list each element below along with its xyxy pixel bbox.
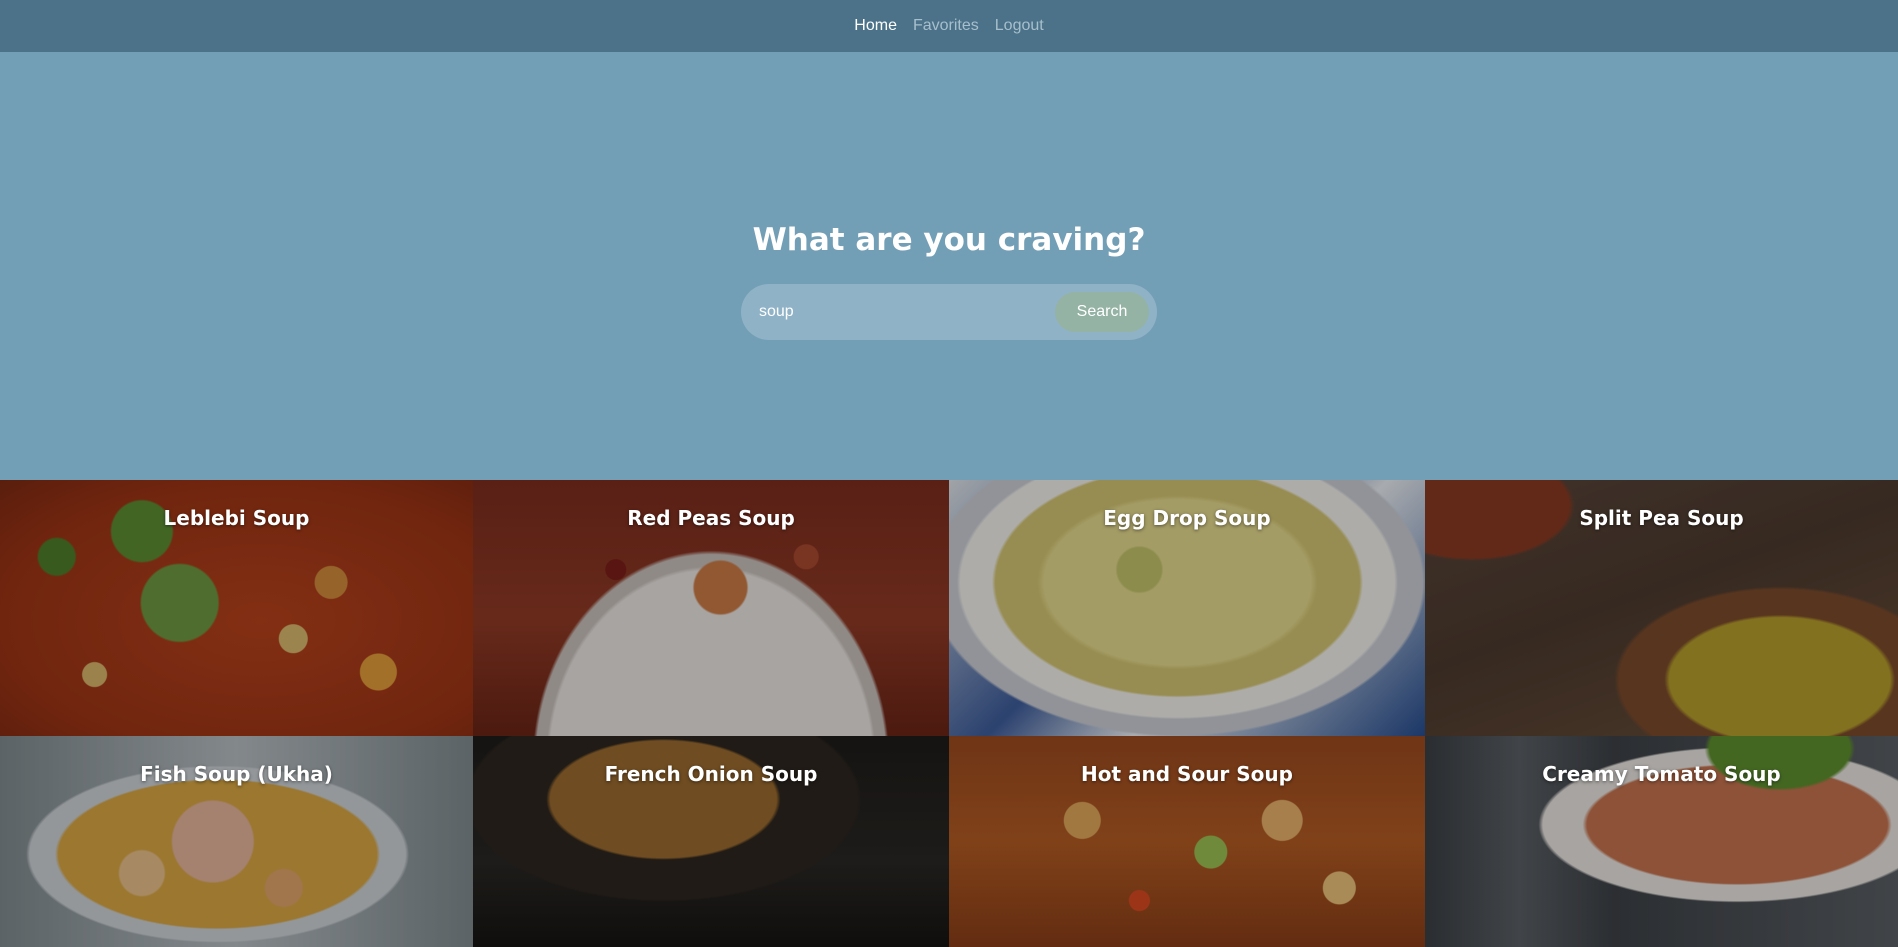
recipe-title: Split Pea Soup (1579, 506, 1744, 530)
recipe-title: Leblebi Soup (163, 506, 310, 530)
recipe-card-split-pea-soup[interactable]: Split Pea Soup (1425, 480, 1898, 736)
top-navbar: Home Favorites Logout (0, 0, 1898, 52)
hero-title: What are you craving? (752, 222, 1146, 258)
hero-section: What are you craving? Search (0, 52, 1898, 480)
recipe-title: Hot and Sour Soup (1081, 762, 1293, 786)
nav-logout-link[interactable]: Logout (995, 17, 1044, 35)
recipe-title: Red Peas Soup (627, 506, 795, 530)
search-bar: Search (741, 284, 1157, 340)
recipe-results-grid: Leblebi Soup Red Peas Soup Egg Drop Soup… (0, 480, 1898, 947)
recipe-title: Fish Soup (Ukha) (140, 762, 333, 786)
recipe-card-red-peas-soup[interactable]: Red Peas Soup (473, 480, 949, 736)
recipe-card-hot-and-sour-soup[interactable]: Hot and Sour Soup (949, 736, 1425, 947)
search-input[interactable] (757, 302, 1055, 322)
recipe-title: Egg Drop Soup (1103, 506, 1271, 530)
recipe-card-egg-drop-soup[interactable]: Egg Drop Soup (949, 480, 1425, 736)
nav-home-link[interactable]: Home (854, 17, 897, 35)
recipe-card-french-onion-soup[interactable]: French Onion Soup (473, 736, 949, 947)
recipe-card-creamy-tomato-soup[interactable]: Creamy Tomato Soup (1425, 736, 1898, 947)
search-button[interactable]: Search (1055, 292, 1149, 332)
recipe-card-fish-soup-ukha[interactable]: Fish Soup (Ukha) (0, 736, 473, 947)
recipe-title: Creamy Tomato Soup (1542, 762, 1781, 786)
recipe-card-leblebi-soup[interactable]: Leblebi Soup (0, 480, 473, 736)
nav-favorites-link[interactable]: Favorites (913, 17, 979, 35)
recipe-title: French Onion Soup (604, 762, 818, 786)
